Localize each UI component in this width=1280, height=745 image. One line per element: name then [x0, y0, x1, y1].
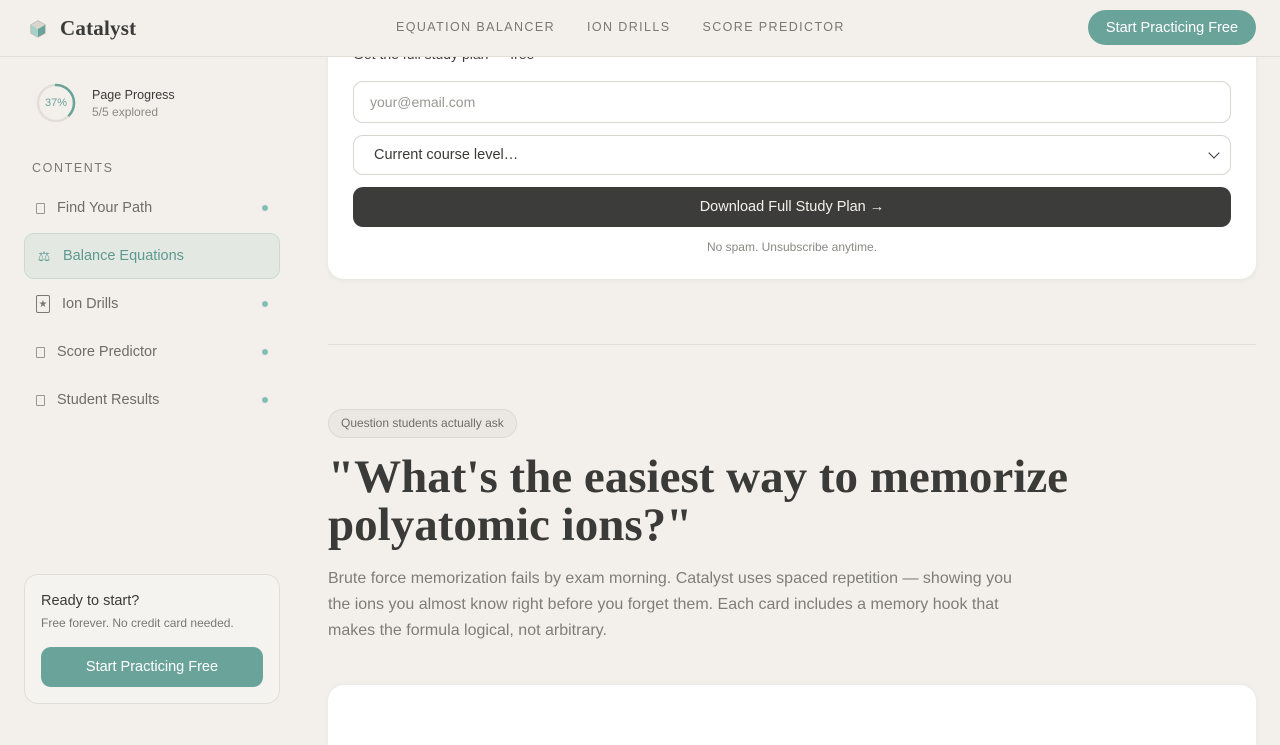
unvisited-dot	[262, 397, 268, 403]
unvisited-dot	[262, 349, 268, 355]
brand[interactable]: Catalyst	[28, 16, 136, 41]
sidebar-item-find-your-path[interactable]: Find Your Path	[24, 185, 280, 231]
brand-name: Catalyst	[60, 16, 137, 40]
progress-title: Page Progress	[92, 87, 175, 102]
chevron-down-icon	[1208, 147, 1220, 159]
unvisited-dot	[262, 205, 268, 211]
question-description: Brute force memorization fails by exam m…	[328, 570, 1012, 639]
sidebar-item-ion-drills[interactable]: ★ Ion Drills	[24, 281, 280, 327]
sidebar-item-label: Ion Drills	[62, 296, 119, 312]
sidebar-item-label: Balance Equations	[63, 248, 184, 264]
unvisited-dot	[262, 301, 268, 307]
checkbox-icon	[36, 394, 45, 406]
sidebar-item-label: Score Predictor	[57, 344, 157, 360]
page-progress: 37% Page Progress 5/5 explored	[36, 83, 175, 123]
sidebar-item-label: Find Your Path	[57, 200, 153, 216]
email-field[interactable]	[353, 81, 1231, 123]
nav-score-predictor[interactable]: SCORE PREDICTOR	[702, 20, 844, 34]
nav-equation-balancer[interactable]: EQUATION BALANCER	[396, 20, 555, 34]
star-card-icon: ★	[36, 295, 50, 313]
course-level-select[interactable]: Current course level…	[353, 135, 1231, 175]
download-study-plan-button[interactable]: Download Full Study Plan →	[353, 187, 1231, 227]
sidebar-item-score-predictor[interactable]: Score Predictor	[24, 329, 280, 375]
ready-card: Ready to start? Free forever. No credit …	[24, 574, 280, 704]
nav-ion-drills[interactable]: ION DRILLS	[587, 20, 670, 34]
course-level-value: Current course level…	[374, 147, 519, 163]
section-divider	[328, 344, 1256, 345]
contents-heading: CONTENTS	[32, 161, 114, 175]
ready-title: Ready to start?	[41, 593, 140, 609]
progress-percent: 37%	[44, 97, 68, 109]
main-nav: EQUATION BALANCER ION DRILLS SCORE PREDI…	[396, 20, 845, 34]
no-spam-note: No spam. Unsubscribe anytime.	[706, 240, 878, 254]
sidebar-item-label: Student Results	[57, 392, 160, 408]
progress-subtitle: 5/5 explored	[92, 104, 159, 119]
sidebar: 37% Page Progress 5/5 explored CONTENTS …	[0, 57, 304, 720]
scale-icon: ⚖	[37, 247, 51, 264]
progress-ring: 37%	[36, 83, 76, 123]
table-of-contents: Find Your Path ⚖ Balance Equations ★ Ion…	[24, 185, 280, 425]
sidebar-start-button[interactable]: Start Practicing Free	[41, 647, 263, 687]
ready-subtitle: Free forever. No credit card needed.	[41, 616, 234, 630]
header-start-button[interactable]: Start Practicing Free	[1088, 10, 1256, 45]
top-header: Catalyst EQUATION BALANCER ION DRILLS SC…	[0, 0, 1280, 57]
question-title: "What's the easiest way to memorize poly…	[328, 451, 1069, 551]
flask-cube-icon	[28, 19, 48, 39]
checkbox-icon	[36, 346, 45, 358]
sidebar-item-student-results[interactable]: Student Results	[24, 377, 280, 423]
checkbox-icon	[36, 202, 45, 214]
sidebar-item-balance-equations[interactable]: ⚖ Balance Equations	[24, 233, 280, 279]
next-section-card	[328, 685, 1256, 745]
question-badge: Question students actually ask	[328, 409, 517, 438]
